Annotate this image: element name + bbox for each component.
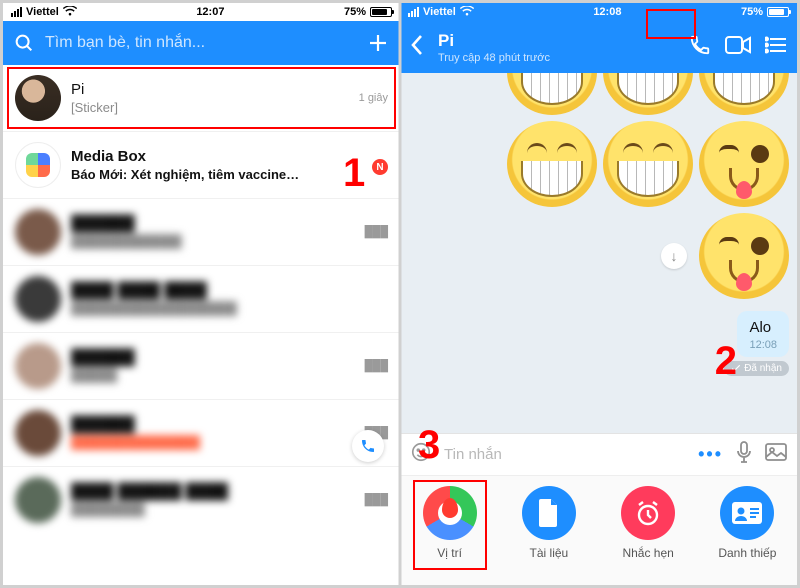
chat-title: Pi (438, 31, 675, 51)
attachment-tray: Vị trí Tài liệu Nhắc hẹn Danh thiếp (400, 475, 797, 585)
tray-label: Nhắc hẹn (611, 546, 685, 560)
conversation-list[interactable]: Pi [Sticker] 1 giây Media Box Báo Mới: X… (3, 65, 400, 585)
sticker-grin (507, 121, 597, 207)
tray-item-docs[interactable]: Tài liệu (512, 486, 586, 560)
sticker-grin (603, 121, 693, 207)
screenshot-pair: Viettel 12:07 75% Tìm bạn bè, tin nhắn..… (0, 0, 800, 588)
sticker-grin (603, 73, 693, 115)
voice-call-icon[interactable] (689, 34, 711, 61)
gallery-icon[interactable] (765, 443, 787, 466)
conversation-row-blurred[interactable]: ████ ██████ ████████████ ███ (3, 466, 400, 533)
battery-pct: 75% (741, 6, 763, 18)
message-text: Alo (749, 319, 777, 336)
sticker-wink (699, 121, 789, 207)
sticker-picker-icon[interactable] (410, 441, 432, 468)
download-icon[interactable]: ↓ (661, 243, 687, 269)
tray-label: Danh thiếp (710, 546, 784, 560)
video-call-icon[interactable] (725, 36, 751, 59)
battery-pct: 75% (344, 6, 366, 18)
message-area[interactable]: ↓ Alo 12:08 Đã nhận (400, 73, 797, 433)
conversation-row-mediabox[interactable]: Media Box Báo Mới: Xét nghiệm, tiêm vacc… (3, 131, 400, 198)
chat-header: Pi Truy cập 48 phút trước (400, 21, 797, 73)
menu-list-icon[interactable] (765, 36, 787, 59)
conversation-name: Media Box (71, 148, 362, 165)
signal-icon (11, 7, 22, 17)
message-input[interactable]: Tin nhắn (444, 446, 686, 463)
call-fab[interactable] (352, 430, 384, 462)
conversation-preview: Báo Mới: Xét nghiệm, tiêm vaccine… (71, 167, 362, 182)
avatar (15, 75, 61, 121)
sticker-row (408, 79, 789, 115)
sticker-row (408, 121, 789, 207)
contact-card-icon (720, 486, 774, 540)
wifi-icon (460, 6, 474, 19)
sticker-row: ↓ (408, 213, 789, 299)
wifi-icon (63, 6, 77, 19)
conversation-preview: [Sticker] (71, 100, 349, 115)
carrier-label: Viettel (26, 6, 59, 18)
status-bar: Viettel 12:08 75% (400, 3, 797, 21)
chat-presence: Truy cập 48 phút trước (438, 52, 675, 64)
back-icon[interactable] (410, 34, 424, 61)
sticker-grin (507, 73, 597, 115)
pane-chat-thread: Viettel 12:08 75% Pi Truy cập 48 phút tr… (400, 3, 797, 585)
search-header: Tìm bạn bè, tin nhắn... (3, 21, 400, 65)
tray-label: Tài liệu (512, 546, 586, 560)
clock-label: 12:07 (196, 6, 224, 18)
more-options-icon[interactable]: ••• (698, 444, 723, 465)
pane-chat-list: Viettel 12:07 75% Tìm bạn bè, tin nhắn..… (3, 3, 400, 585)
conversation-name: Pi (71, 81, 349, 98)
compose-bar: Tin nhắn ••• (400, 433, 797, 475)
search-icon[interactable] (13, 32, 35, 54)
conversation-row-blurred[interactable]: ████ ████ ██████████████████████ (3, 265, 400, 332)
conversation-badge: N (372, 155, 388, 175)
message-bubble-out[interactable]: Alo 12:08 (737, 311, 789, 357)
tray-item-contact[interactable]: Danh thiếp (710, 486, 784, 560)
conversation-row-pi[interactable]: Pi [Sticker] 1 giây (3, 65, 400, 131)
conversation-row-blurred[interactable]: ████████████████████ ███ (3, 399, 400, 466)
conversation-row-blurred[interactable]: ██████████████████ ███ (3, 198, 400, 265)
document-icon (522, 486, 576, 540)
signal-icon (408, 7, 419, 17)
conversation-time: 1 giây (359, 92, 388, 104)
sticker-wink (699, 213, 789, 299)
delivery-receipt: Đã nhận (724, 361, 789, 376)
add-icon[interactable] (366, 31, 390, 55)
status-bar: Viettel 12:07 75% (3, 3, 400, 21)
clock-label: 12:08 (593, 6, 621, 18)
avatar (15, 142, 61, 188)
tray-item-reminder[interactable]: Nhắc hẹn (611, 486, 685, 560)
tray-item-location[interactable]: Vị trí (413, 486, 487, 560)
search-input[interactable]: Tìm bạn bè, tin nhắn... (45, 34, 356, 52)
conversation-row-blurred[interactable]: ███████████ ███ (3, 332, 400, 399)
voice-record-icon[interactable] (735, 441, 753, 468)
location-icon (423, 486, 477, 540)
battery-icon (767, 7, 789, 17)
message-time: 12:08 (749, 339, 777, 351)
alarm-icon (621, 486, 675, 540)
sticker-grin (699, 73, 789, 115)
battery-icon (370, 7, 392, 17)
tray-label: Vị trí (413, 546, 487, 560)
carrier-label: Viettel (423, 6, 456, 18)
pane-divider (399, 3, 402, 585)
